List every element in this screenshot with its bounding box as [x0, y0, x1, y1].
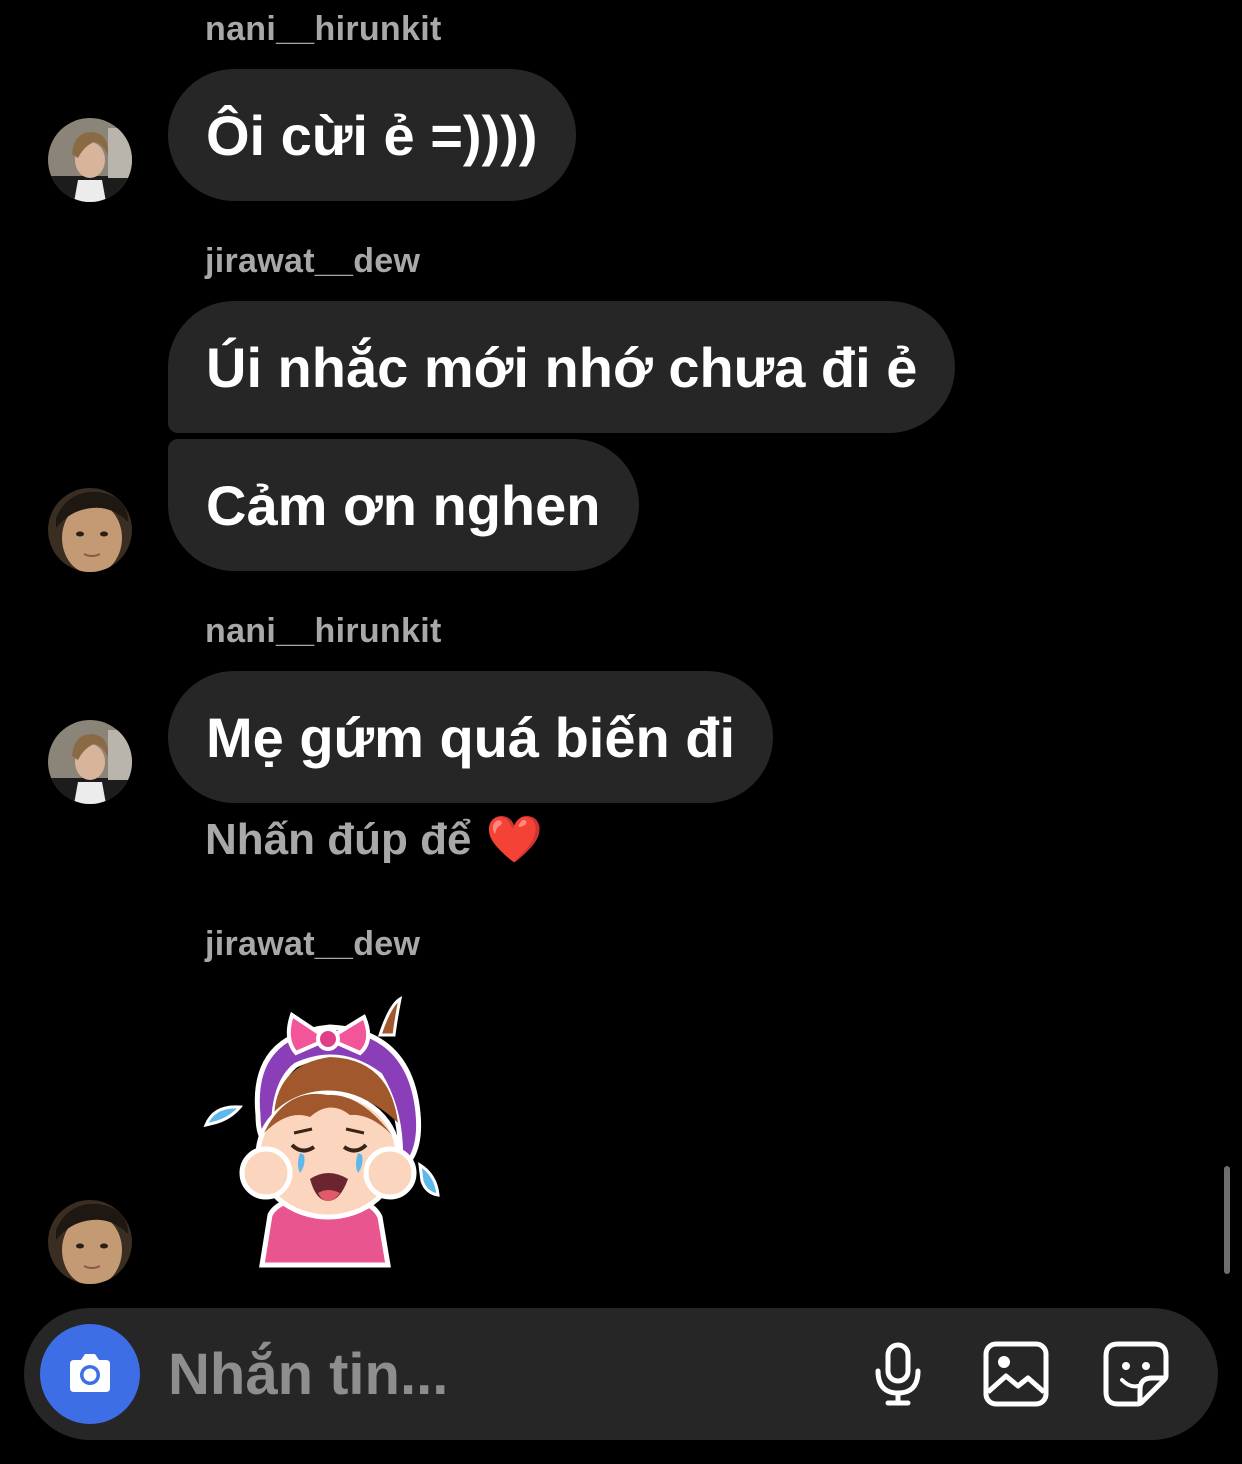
camera-icon — [70, 1354, 110, 1392]
heart-icon: ❤️ — [485, 813, 543, 865]
message-bubble[interactable]: Cảm ơn nghen — [168, 439, 639, 571]
message-bubble[interactable]: Úi nhắc mới nhớ chưa đi ẻ — [168, 301, 956, 433]
gallery-icon — [983, 1341, 1049, 1407]
hint-text: Nhấn đúp để — [205, 814, 472, 864]
sticker-button[interactable] — [1100, 1338, 1172, 1410]
microphone-icon — [875, 1342, 921, 1406]
message-input[interactable] — [168, 1308, 828, 1440]
sender-name: nani__hirunkit — [205, 612, 442, 650]
camera-button[interactable] — [40, 1324, 140, 1424]
avatar[interactable] — [48, 488, 132, 572]
gallery-button[interactable] — [980, 1338, 1052, 1410]
avatar[interactable] — [48, 1200, 132, 1284]
message-composer — [24, 1308, 1218, 1440]
sticker-icon — [1103, 1341, 1169, 1407]
sender-name: jirawat__dew — [205, 925, 421, 963]
sender-name: nani__hirunkit — [205, 10, 442, 48]
avatar[interactable] — [48, 720, 132, 804]
microphone-button[interactable] — [862, 1338, 934, 1410]
sender-name: jirawat__dew — [205, 242, 421, 280]
crying-girl-sticker[interactable] — [200, 995, 450, 1270]
message-bubble[interactable]: Ôi cừi ẻ =)))) — [168, 69, 576, 201]
double-tap-like-hint: Nhấn đúp để ❤️ — [205, 812, 543, 867]
message-bubble[interactable]: Mẹ gứm quá biến đi — [168, 671, 774, 803]
scrollbar[interactable] — [1224, 1166, 1230, 1274]
avatar[interactable] — [48, 118, 132, 202]
